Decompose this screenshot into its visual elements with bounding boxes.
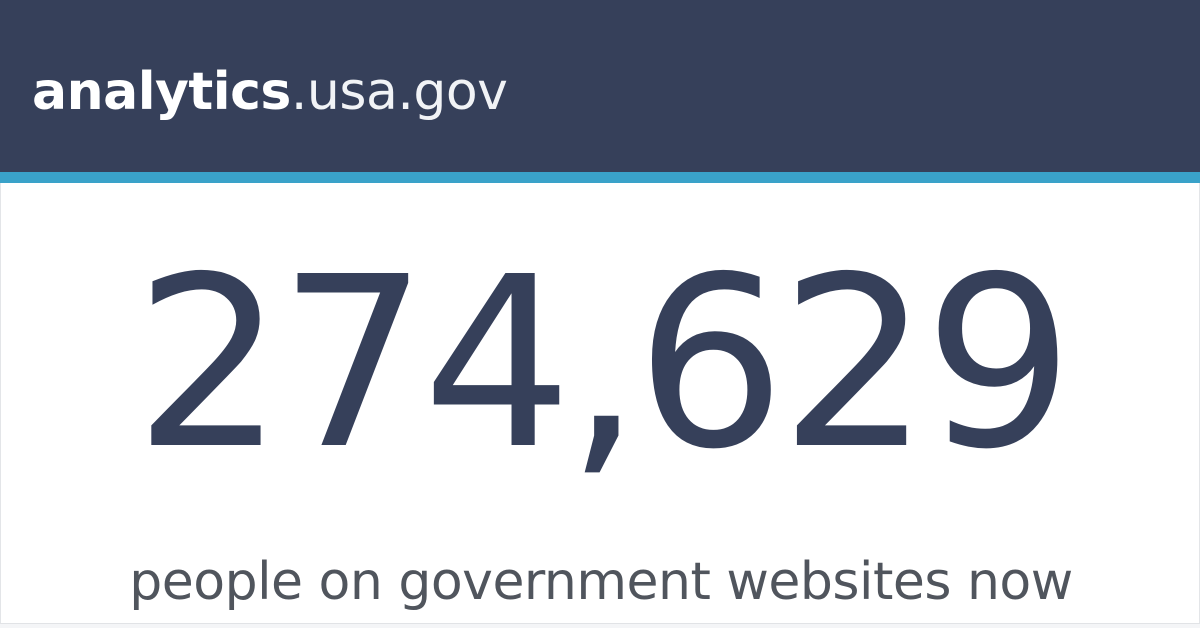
- logo-analytics-text: analytics: [32, 62, 291, 122]
- realtime-visitors-panel: 274,629 people on government websites no…: [0, 183, 1200, 623]
- bottom-divider: [0, 623, 1200, 628]
- analytics-page: analytics.usa.gov 274,629 people on gove…: [0, 0, 1200, 628]
- logo-domain-text: .usa.gov: [290, 62, 508, 122]
- visitor-count-caption: people on government websites now: [129, 552, 1073, 612]
- visitor-count: 274,629: [134, 226, 1074, 501]
- site-header: analytics.usa.gov: [0, 0, 1200, 172]
- site-logo[interactable]: analytics.usa.gov: [32, 52, 508, 132]
- header-accent-stripe: [0, 172, 1200, 183]
